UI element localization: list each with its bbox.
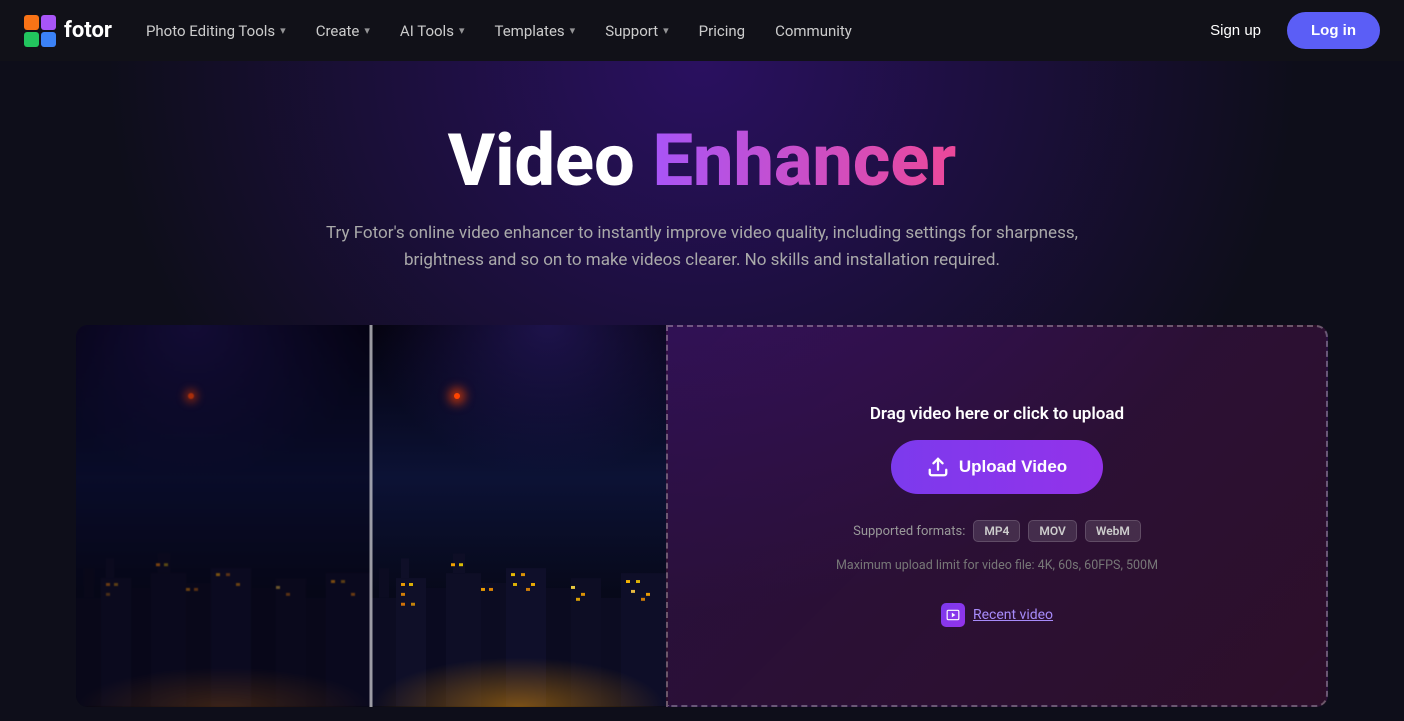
hero-subtitle: Try Fotor's online video enhancer to ins… — [312, 220, 1092, 274]
sidebar-item-templates[interactable]: Templates ▾ — [480, 14, 589, 48]
video-right-panel — [371, 325, 666, 707]
page-title: Video Enhancer — [24, 121, 1380, 200]
crane-light-right — [454, 393, 460, 399]
recent-video-row: Recent video — [941, 603, 1053, 627]
login-button[interactable]: Log in — [1287, 12, 1380, 49]
nav-label-pricing: Pricing — [699, 22, 745, 40]
chevron-down-icon: ▾ — [459, 24, 465, 37]
upload-limit: Maximum upload limit for video file: 4K,… — [836, 558, 1158, 573]
format-badge-webm: WebM — [1085, 520, 1141, 542]
upload-button-label: Upload Video — [959, 457, 1067, 477]
title-part2: Enhancer — [653, 118, 957, 203]
recent-video-icon — [941, 603, 965, 627]
title-part1: Video — [448, 118, 653, 203]
nav-right: Sign up Log in — [1196, 12, 1380, 49]
formats-label: Supported formats: — [853, 524, 965, 539]
video-left-panel — [76, 325, 371, 707]
hero-section: Video Enhancer Try Fotor's online video … — [0, 61, 1404, 707]
upload-zone[interactable]: Drag video here or click to upload Uploa… — [666, 325, 1328, 707]
chevron-down-icon: ▾ — [364, 24, 370, 37]
navigation: fotor Photo Editing Tools ▾ Create ▾ AI … — [0, 0, 1404, 61]
sidebar-item-photo-editing-tools[interactable]: Photo Editing Tools ▾ — [132, 14, 300, 48]
main-content: Drag video here or click to upload Uploa… — [52, 325, 1352, 707]
nav-label-templates: Templates — [494, 22, 564, 40]
upload-drag-text: Drag video here or click to upload — [870, 404, 1124, 424]
sidebar-item-ai-tools[interactable]: AI Tools ▾ — [386, 14, 479, 48]
formats-row: Supported formats: MP4 MOV WebM — [853, 520, 1141, 542]
chevron-down-icon: ▾ — [570, 24, 576, 37]
format-badge-mov: MOV — [1028, 520, 1076, 542]
nav-label-support: Support — [605, 22, 658, 40]
nav-label-photo-editing-tools: Photo Editing Tools — [146, 22, 275, 40]
logo-text: fotor — [64, 18, 112, 43]
sidebar-item-community[interactable]: Community — [761, 14, 866, 48]
video-preview — [76, 325, 666, 707]
upload-video-button[interactable]: Upload Video — [891, 440, 1103, 494]
upload-icon — [927, 456, 949, 478]
nav-label-community: Community — [775, 22, 852, 40]
sidebar-item-pricing[interactable]: Pricing — [685, 14, 759, 48]
logo-icon — [24, 15, 56, 47]
chevron-down-icon: ▾ — [280, 24, 286, 37]
format-badge-mp4: MP4 — [973, 520, 1020, 542]
nav-label-create: Create — [316, 22, 360, 40]
city-image-enhanced — [371, 325, 666, 707]
signup-button[interactable]: Sign up — [1196, 14, 1275, 47]
nav-label-ai-tools: AI Tools — [400, 22, 454, 40]
chevron-down-icon: ▾ — [663, 24, 669, 37]
sidebar-item-create[interactable]: Create ▾ — [302, 14, 384, 48]
logo[interactable]: fotor — [24, 15, 112, 47]
recent-video-link[interactable]: Recent video — [973, 607, 1053, 623]
sidebar-item-support[interactable]: Support ▾ — [591, 14, 682, 48]
video-divider — [370, 325, 373, 707]
city-image-original — [76, 325, 371, 707]
nav-items: Photo Editing Tools ▾ Create ▾ AI Tools … — [132, 14, 1192, 48]
